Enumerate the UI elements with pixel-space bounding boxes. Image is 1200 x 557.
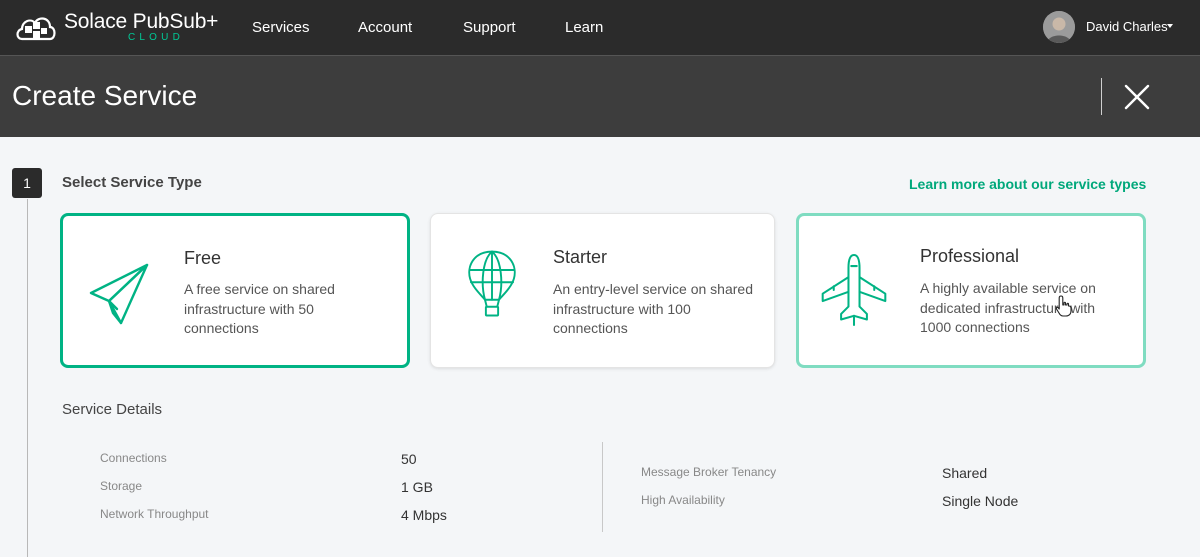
hot-air-balloon-icon <box>468 250 516 317</box>
nav-account[interactable]: Account <box>358 19 412 36</box>
chevron-down-icon[interactable] <box>1167 24 1173 28</box>
service-card-free[interactable]: Free A free service on shared infrastruc… <box>60 213 410 368</box>
user-menu[interactable]: David Charles <box>1086 19 1168 34</box>
page-header: Create Service <box>0 55 1200 137</box>
card-description: A highly available service on dedicated … <box>920 280 1096 335</box>
service-card-professional[interactable]: Professional A highly available service … <box>796 213 1146 368</box>
card-title: Free <box>184 248 222 268</box>
logo-subtitle: CLOUD <box>128 32 185 43</box>
nav-learn[interactable]: Learn <box>565 19 603 36</box>
detail-value-connections: 50 <box>401 451 417 467</box>
step-number-badge: 1 <box>12 168 42 198</box>
paper-plane-icon <box>89 263 149 325</box>
nav-services[interactable]: Services <box>252 19 310 36</box>
service-details-title: Service Details <box>62 401 163 418</box>
step-progress-line <box>27 199 28 557</box>
card-title: Starter <box>553 247 608 267</box>
cloud-logo-icon <box>16 17 56 41</box>
detail-label-tenancy: Message Broker Tenancy <box>641 465 777 479</box>
detail-label-availability: High Availability <box>641 493 725 507</box>
hand-pointer-cursor-icon <box>1055 295 1072 317</box>
detail-value-availability: Single Node <box>942 493 1019 509</box>
card-description: An entry-level service on shared infrast… <box>553 281 753 336</box>
learn-more-link[interactable]: Learn more about our service types <box>909 176 1146 192</box>
service-card-starter[interactable]: Starter An entry-level service on shared… <box>430 213 775 368</box>
user-avatar-icon <box>1043 11 1075 43</box>
card-description: A free service on shared infrastructure … <box>184 281 335 336</box>
detail-label-storage: Storage <box>100 479 143 493</box>
logo-name: Solace PubSub+ <box>64 10 219 33</box>
detail-value-tenancy: Shared <box>942 465 988 481</box>
detail-value-storage: 1 GB <box>401 479 433 495</box>
top-navigation-bar: Solace PubSub+ CLOUD Services Account Su… <box>0 0 1200 55</box>
detail-label-throughput: Network Throughput <box>100 507 209 521</box>
details-divider <box>602 442 603 532</box>
nav-support[interactable]: Support <box>463 19 516 36</box>
solace-logo[interactable]: Solace PubSub+ CLOUD <box>14 8 224 48</box>
card-title: Professional <box>920 246 1020 266</box>
header-divider <box>1101 78 1102 115</box>
detail-label-connections: Connections <box>100 451 167 465</box>
detail-value-throughput: 4 Mbps <box>401 507 447 523</box>
close-icon[interactable] <box>1120 80 1154 114</box>
airplane-icon <box>821 253 887 327</box>
section-title: Select Service Type <box>62 174 202 191</box>
page-title: Create Service <box>12 80 198 111</box>
avatar[interactable] <box>1043 11 1075 43</box>
